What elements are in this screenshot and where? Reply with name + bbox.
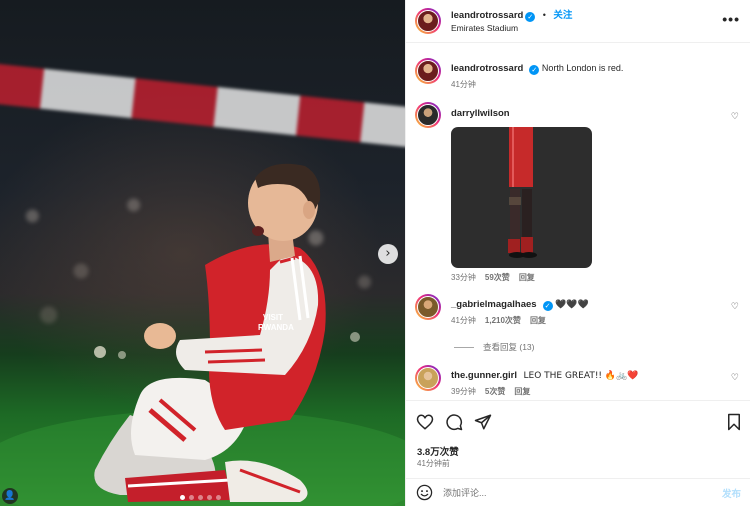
comments-list[interactable]: leandrotrossard ✓ North London is red. 41… <box>406 44 750 400</box>
commenter-username[interactable]: the.gunner.girl <box>451 370 517 381</box>
reply-button[interactable]: 回复 <box>530 315 546 327</box>
reply-button[interactable]: 回复 <box>514 386 530 398</box>
comment-bubble-icon[interactable] <box>445 413 463 431</box>
separator: • <box>542 10 546 20</box>
carousel-dot <box>189 495 194 500</box>
commenter-username[interactable]: darryllwilson <box>451 108 510 119</box>
comment-time[interactable]: 33分钟 <box>451 272 476 284</box>
post-photo[interactable]: VISIT RWANDA › 👤 <box>0 0 405 506</box>
comment-text: LEO THE GREAT!! 🔥🚲❤️ <box>523 371 639 381</box>
svg-text:RWANDA: RWANDA <box>258 323 294 332</box>
comment-sticker-image[interactable] <box>451 127 592 268</box>
commenter-username[interactable]: _gabrielmagalhaes <box>451 299 537 310</box>
next-photo-button[interactable]: › <box>378 244 398 264</box>
share-paper-plane-icon[interactable] <box>474 413 492 431</box>
post-side-panel: leandrotrossard ✓ • 关注 Emirates Stadium •… <box>405 0 750 506</box>
tagged-users-icon[interactable]: 👤 <box>2 488 18 504</box>
caption-time[interactable]: 41分钟 <box>451 79 476 91</box>
caption: leandrotrossard ✓ North London is red. 41… <box>415 58 745 91</box>
location-link[interactable]: Emirates Stadium <box>451 22 572 35</box>
comment-likes[interactable]: 1,210次赞 <box>485 315 521 327</box>
verified-badge-icon: ✓ <box>529 65 540 75</box>
commenter-avatar[interactable] <box>415 365 441 391</box>
comment-composer: 发布 <box>406 478 750 506</box>
sticker-figure-illustration <box>508 127 537 258</box>
more-options-icon[interactable]: ••• <box>722 11 740 27</box>
comment-item: the.gunner.girl LEO THE GREAT!! 🔥🚲❤️ 39分… <box>415 365 745 398</box>
carousel-dot <box>207 495 212 500</box>
carousel-indicator <box>180 495 221 500</box>
follow-button[interactable]: 关注 <box>553 10 572 21</box>
comment-likes[interactable]: 5次赞 <box>485 386 505 398</box>
commenter-avatar[interactable] <box>415 294 441 320</box>
verified-badge-icon: ✓ <box>525 12 536 22</box>
like-heart-icon[interactable] <box>416 413 434 431</box>
post-comment-button[interactable]: 发布 <box>722 486 741 500</box>
comment-text: 🖤🖤🖤 <box>555 300 589 310</box>
view-replies-button[interactable]: 查看回复 (13) <box>454 341 534 353</box>
like-comment-heart-icon[interactable]: ♡ <box>731 302 739 312</box>
comment-input[interactable] <box>443 487 722 498</box>
author-username[interactable]: leandrotrossard <box>451 10 523 21</box>
replies-divider-line <box>454 346 474 348</box>
carousel-dot <box>180 495 185 500</box>
emoji-picker-icon[interactable] <box>416 484 433 501</box>
author-info: leandrotrossard ✓ • 关注 Emirates Stadium <box>451 7 572 35</box>
comment-time[interactable]: 41分钟 <box>451 315 476 327</box>
reply-button[interactable]: 回复 <box>519 272 535 284</box>
verified-badge-icon: ✓ <box>542 301 553 311</box>
caption-username[interactable]: leandrotrossard <box>451 63 523 74</box>
save-bookmark-icon[interactable] <box>725 413 743 431</box>
comment-likes[interactable]: 59次赞 <box>485 272 510 284</box>
author-avatar[interactable] <box>415 8 441 34</box>
caption-text: North London is red. <box>541 63 624 73</box>
comment-item: darryllwilson 33分钟 59次赞 回复 ♡ <box>415 102 745 284</box>
like-comment-heart-icon[interactable]: ♡ <box>731 112 739 122</box>
carousel-dot <box>198 495 203 500</box>
caption-avatar[interactable] <box>415 58 441 84</box>
celebrating-player-illustration: VISIT RWANDA <box>0 163 405 506</box>
post-timestamp[interactable]: 41分钟前 <box>417 458 450 469</box>
comment-time[interactable]: 39分钟 <box>451 386 476 398</box>
view-replies-label: 查看回复 (13) <box>483 342 535 352</box>
carousel-dot <box>216 495 221 500</box>
post-header: leandrotrossard ✓ • 关注 Emirates Stadium •… <box>406 0 750 43</box>
like-comment-heart-icon[interactable]: ♡ <box>731 373 739 383</box>
post-actions: 3.8万次赞 41分钟前 <box>406 400 750 476</box>
commenter-avatar[interactable] <box>415 102 441 128</box>
likes-count[interactable]: 3.8万次赞 <box>417 444 459 458</box>
comment-item: _gabrielmagalhaes ✓ 🖤🖤🖤 41分钟 1,210次赞 回复 ♡ <box>415 294 745 327</box>
svg-text:VISIT: VISIT <box>263 313 283 322</box>
